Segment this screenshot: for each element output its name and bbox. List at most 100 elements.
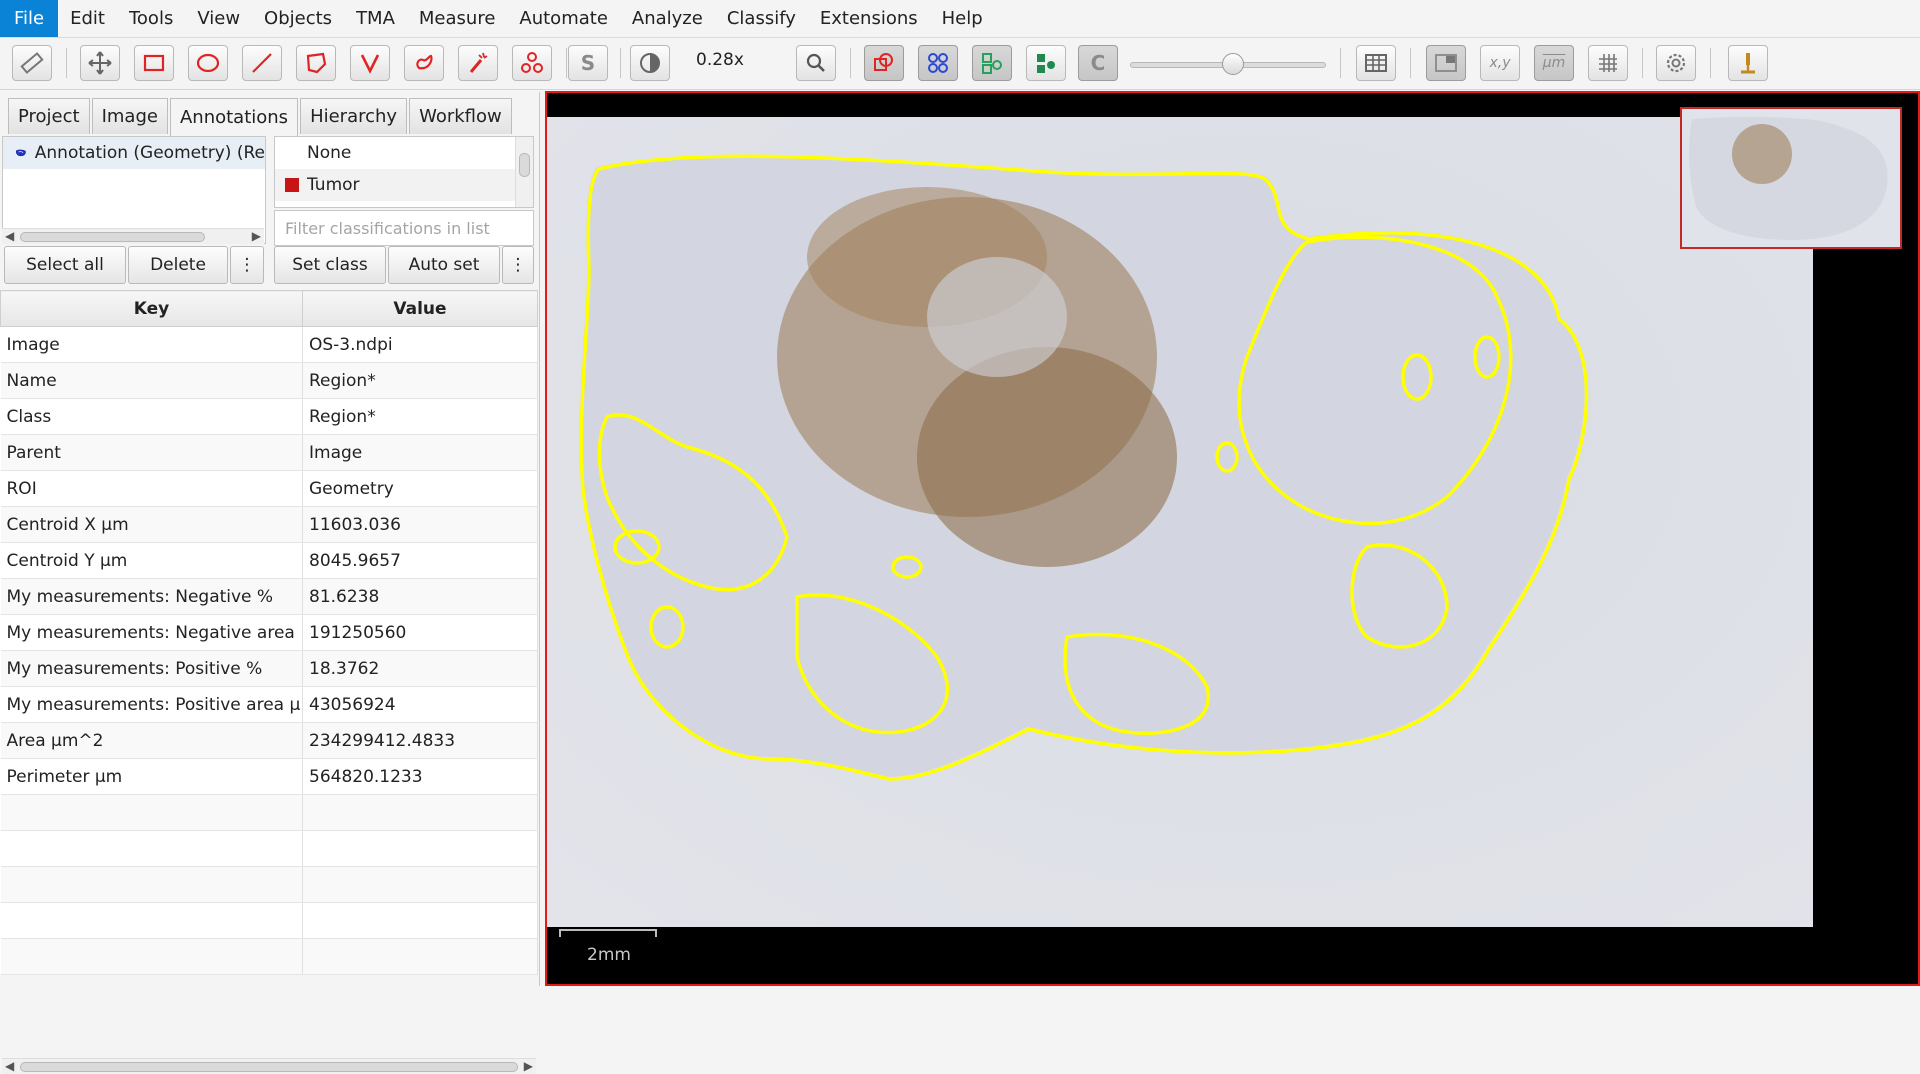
points-tool-button[interactable] [512,45,552,81]
table-horizontal-scrollbar[interactable]: ◀ ▶ [2,1058,536,1074]
move-icon [88,51,112,75]
polyline-tool-button[interactable] [350,45,390,81]
table-row[interactable]: My measurements: Negative % 81.6238 [0,578,538,615]
microscope-icon [1741,53,1755,74]
scrollbar-thumb[interactable] [20,232,205,242]
measurement-table-button[interactable] [1356,45,1396,81]
show-connections-button[interactable]: C [1078,45,1118,81]
table-row[interactable]: Centroid X µm 11603.036 [0,506,538,543]
menu-automate[interactable]: Automate [507,0,620,37]
scroll-left-icon[interactable]: ◀ [5,1059,14,1073]
column-header-key[interactable]: Key [0,290,303,327]
annotation-options-button[interactable]: ⋮ [230,246,264,284]
column-header-value[interactable]: Value [302,290,538,327]
menu-view[interactable]: View [185,0,252,37]
image-viewer[interactable]: 2mm [545,91,1920,986]
tab-project[interactable]: Project [8,98,90,134]
scroll-right-icon[interactable]: ▶ [524,1059,533,1073]
fill-detections-button[interactable] [1026,45,1066,81]
geometry-annotation-icon [15,149,26,157]
class-swatch [285,146,299,160]
contrast-icon [640,53,660,73]
line-icon [252,53,272,73]
polygon-icon [306,52,327,74]
brush-tool-button[interactable] [404,45,444,81]
table-row[interactable]: Image OS-3.ndpi [0,326,538,363]
selection-mode-button[interactable]: S [568,45,608,81]
tab-hierarchy[interactable]: Hierarchy [300,98,408,134]
table-value-cell: Region* [302,362,538,399]
menu-edit[interactable]: Edit [58,0,117,37]
menu-analyze[interactable]: Analyze [620,0,715,37]
menu-tma[interactable]: TMA [344,0,407,37]
menu-help[interactable]: Help [930,0,995,37]
table-row[interactable]: Area µm^2 234299412.4833 [0,722,538,759]
table-key-cell: Centroid X µm [0,506,303,543]
menu-file[interactable]: File [0,0,59,37]
scrollbar-thumb[interactable] [519,153,530,177]
table-row[interactable]: Class Region* [0,398,538,435]
menu-tools[interactable]: Tools [117,0,185,37]
class-item-none[interactable]: None [275,137,533,169]
tab-image[interactable]: Image [91,98,168,134]
rectangle-tool-button[interactable] [134,45,174,81]
tab-workflow[interactable]: Workflow [409,98,512,134]
slide-image[interactable] [547,117,1813,927]
preferences-button[interactable] [1656,45,1696,81]
wand-tool-button[interactable] [458,45,498,81]
menu-objects[interactable]: Objects [252,0,344,37]
show-scalebar-button[interactable]: µm [1534,45,1574,81]
scale-bar [559,929,657,937]
ruler-tool-button[interactable] [12,45,52,81]
scrollbar-thumb[interactable] [20,1062,518,1072]
scroll-left-icon[interactable]: ◀ [5,229,14,243]
show-annotations-button[interactable] [864,45,904,81]
table-value-cell: Image [302,434,538,471]
classification-list-vertical-scrollbar[interactable] [515,137,533,207]
selection-mode-label: S [580,51,596,75]
show-detections-button[interactable] [972,45,1012,81]
auto-set-button[interactable]: Auto set [388,246,500,284]
list-item[interactable]: Annotation (Geometry) (Re [3,137,265,169]
class-options-button[interactable]: ⋮ [502,246,534,284]
table-row[interactable]: ROI Geometry [0,470,538,507]
ellipse-tool-button[interactable] [188,45,228,81]
table-row[interactable]: Centroid Y µm 8045.9657 [0,542,538,579]
detections-icon [982,53,1002,74]
zoom-to-fit-button[interactable] [796,45,836,81]
log-button[interactable] [1728,45,1768,81]
set-class-button[interactable]: Set class [274,246,386,284]
brightness-contrast-button[interactable] [630,45,670,81]
move-tool-button[interactable] [80,45,120,81]
menu-measure[interactable]: Measure [407,0,508,37]
menu-extensions[interactable]: Extensions [808,0,930,37]
delete-button[interactable]: Delete [128,246,228,284]
opacity-slider-thumb[interactable] [1222,53,1244,75]
table-row[interactable]: My measurements: Negative area ... 191250… [0,614,538,651]
table-row[interactable]: Perimeter µm 564820.1233 [0,758,538,795]
line-tool-button[interactable] [242,45,282,81]
overview-thumbnail[interactable] [1680,107,1902,249]
show-grid-button[interactable] [1588,45,1628,81]
menu-classify[interactable]: Classify [715,0,808,37]
table-row[interactable]: Parent Image [0,434,538,471]
select-all-button[interactable]: Select all [4,246,126,284]
class-item-tumor[interactable]: Tumor [275,169,533,201]
table-row[interactable]: My measurements: Positive area µ... 43056… [0,686,538,723]
table-value-cell: 18.3762 [302,650,538,687]
table-row[interactable]: My measurements: Positive % 18.3762 [0,650,538,687]
classification-list[interactable]: None Tumor [274,136,534,208]
show-overview-button[interactable] [1426,45,1466,81]
table-row-empty [0,794,538,831]
annotation-list-horizontal-scrollbar[interactable]: ◀ ▶ [2,228,264,244]
table-row[interactable]: Name Region* [0,362,538,399]
polygon-tool-button[interactable] [296,45,336,81]
show-cursor-location-button[interactable]: x,y [1480,45,1520,81]
show-tma-grid-button[interactable] [918,45,958,81]
tab-annotations[interactable]: Annotations [169,98,299,136]
table-key-cell: Parent [0,434,303,471]
filter-classifications-input[interactable] [274,210,534,246]
tma-icon [928,53,948,73]
scroll-right-icon[interactable]: ▶ [252,229,261,243]
table-row-empty [0,902,538,939]
